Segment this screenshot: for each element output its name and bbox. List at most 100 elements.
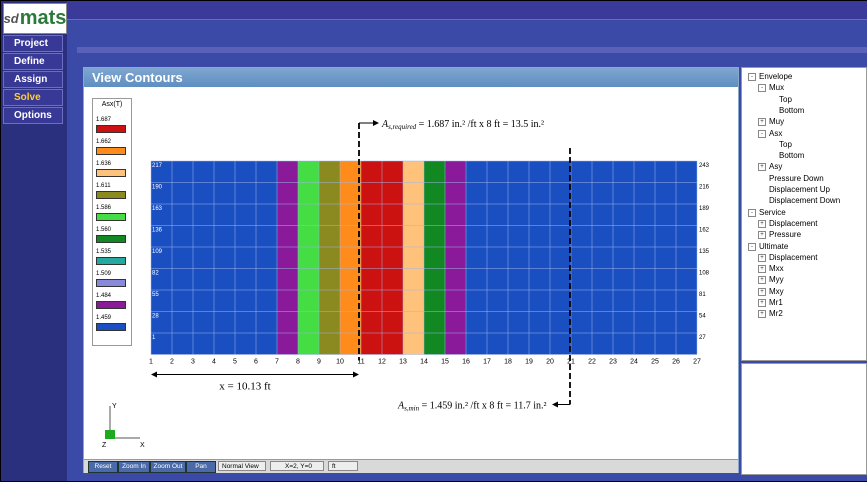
menu-item-project[interactable]: Project: [3, 35, 63, 52]
menu-item-solve[interactable]: Solve: [3, 89, 63, 106]
contour-cell: [172, 182, 193, 204]
tree-node[interactable]: Service: [759, 208, 786, 217]
expand-icon[interactable]: +: [758, 265, 766, 274]
contour-cell: [340, 290, 361, 312]
column-label: 6: [254, 359, 258, 366]
contour-cell: [172, 333, 193, 355]
contour-cell: [676, 333, 697, 355]
expand-icon[interactable]: +: [758, 253, 766, 262]
expand-icon[interactable]: +: [758, 219, 766, 228]
expand-icon[interactable]: +: [758, 299, 766, 307]
contour-cell: [256, 161, 277, 183]
workspace-header-strip: [77, 47, 867, 53]
contour-cell: [676, 247, 697, 269]
zoom-in-button[interactable]: Zoom In: [118, 461, 150, 473]
contour-cell: [508, 247, 529, 269]
tree-node[interactable]: Asx: [769, 129, 782, 138]
tree-node[interactable]: Mr2: [769, 309, 783, 318]
menu-item-options[interactable]: Options: [3, 107, 63, 124]
menu-item-define[interactable]: Define: [3, 53, 63, 70]
contour-cell: [592, 247, 613, 269]
tree-node[interactable]: Mxx: [769, 264, 784, 273]
contour-cell: [319, 161, 340, 183]
legend-title: Asx(T): [101, 101, 123, 108]
expand-icon[interactable]: +: [758, 118, 766, 127]
collapse-icon[interactable]: -: [758, 84, 766, 93]
contour-cell: [445, 204, 466, 226]
contour-cell: [634, 333, 655, 355]
row-start-label: 163: [152, 206, 163, 212]
contour-cell: [592, 182, 613, 204]
collapse-icon[interactable]: -: [748, 208, 756, 217]
expand-icon[interactable]: +: [758, 287, 766, 296]
tree-node[interactable]: Top: [779, 140, 792, 149]
tree-node[interactable]: Muy: [769, 117, 784, 126]
contour-cell: [172, 204, 193, 226]
pan-button[interactable]: Pan: [186, 461, 216, 473]
contour-cell: [403, 268, 424, 290]
expand-icon[interactable]: +: [758, 310, 766, 319]
view-mode-field[interactable]: Normal View: [218, 461, 266, 471]
contour-cell: [298, 182, 319, 204]
tree-node[interactable]: Myy: [769, 275, 784, 284]
tree-node[interactable]: Bottom: [779, 151, 804, 160]
tree-node[interactable]: Displacement Down: [769, 196, 840, 205]
contour-cell: [634, 268, 655, 290]
expand-icon[interactable]: +: [758, 163, 766, 172]
contour-cell: [382, 225, 403, 247]
column-label: 24: [630, 359, 638, 366]
legend-value: 1.611: [96, 183, 111, 189]
column-label: 16: [462, 359, 470, 366]
contour-cell: [445, 225, 466, 247]
column-label: 20: [546, 359, 554, 366]
tree-node[interactable]: Pressure: [769, 230, 801, 239]
contour-cell: [340, 247, 361, 269]
tree-node[interactable]: Top: [779, 95, 792, 104]
contour-cell: [508, 161, 529, 183]
contour-cell: [340, 182, 361, 204]
contour-cell: [193, 161, 214, 183]
tree-node[interactable]: Ultimate: [759, 242, 788, 251]
expand-icon[interactable]: +: [758, 231, 766, 240]
legend-swatch: [96, 191, 126, 199]
contour-cell: [256, 182, 277, 204]
contour-cell: [298, 333, 319, 355]
expand-icon[interactable]: +: [758, 276, 766, 285]
column-label: 21: [567, 359, 575, 366]
collapse-icon[interactable]: -: [748, 242, 756, 251]
contour-cell: [361, 290, 382, 312]
contour-cell: [298, 204, 319, 226]
contour-cell: [172, 161, 193, 183]
zoom-out-button[interactable]: Zoom Out: [150, 461, 186, 473]
tree-node[interactable]: Asy: [769, 162, 782, 171]
contour-plot[interactable]: 1 2 3 4 5 6 7 8 9 10 11 12 13 14 15 16 17 18 19 20 21 22 23 24 2…: [138, 103, 738, 443]
tree-node[interactable]: Mr1: [769, 298, 783, 307]
tree-node[interactable]: Envelope: [759, 72, 792, 81]
column-label: 2: [170, 359, 174, 366]
collapse-icon[interactable]: -: [758, 129, 766, 138]
reset-button[interactable]: Reset: [88, 461, 118, 473]
tree-node[interactable]: Displacement: [769, 253, 817, 262]
contour-cell: [676, 268, 697, 290]
tree-node[interactable]: Displacement Up: [769, 185, 830, 194]
required-steel-label: As,required = 1.687 in.² /ft x 8 ft = 13…: [381, 119, 544, 131]
contour-cell: [487, 247, 508, 269]
contour-cell: [550, 204, 571, 226]
legend-swatch: [96, 301, 126, 309]
tree-node[interactable]: Pressure Down: [769, 174, 824, 183]
contour-cell: [319, 182, 340, 204]
contour-cell: [676, 182, 697, 204]
contour-cell: [655, 161, 676, 183]
tree-node[interactable]: Bottom: [779, 106, 804, 115]
contour-cell: [172, 247, 193, 269]
collapse-icon[interactable]: -: [748, 73, 756, 81]
menu-item-assign[interactable]: Assign: [3, 71, 63, 88]
contour-cell: [655, 290, 676, 312]
column-label: 17: [483, 359, 491, 366]
tree-node[interactable]: Mxy: [769, 287, 784, 296]
row-start-label: 217: [152, 163, 163, 169]
contour-cell: [256, 333, 277, 355]
tree-node[interactable]: Displacement: [769, 219, 817, 228]
legend-value: 1.662: [96, 139, 112, 145]
tree-node[interactable]: Mux: [769, 83, 784, 92]
